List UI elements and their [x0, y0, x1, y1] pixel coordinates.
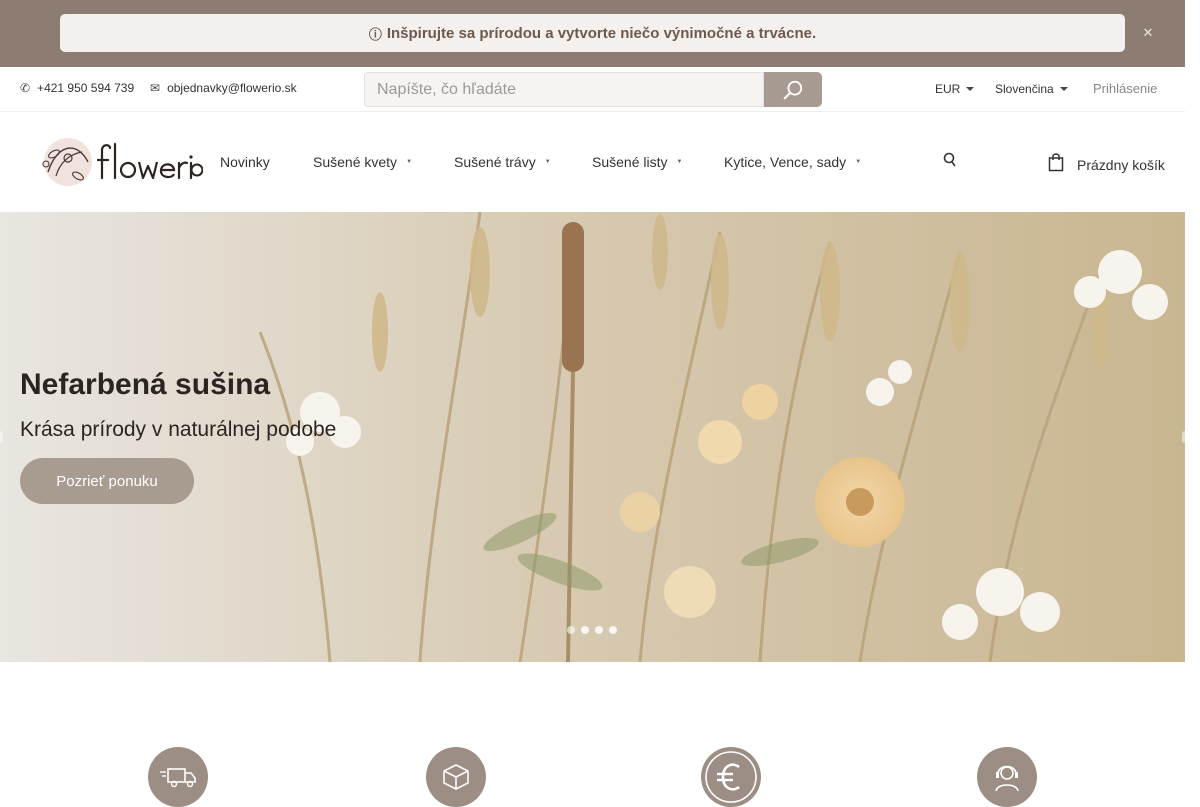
email-address: objednavky@flowerio.sk [167, 81, 297, 95]
hero-subtitle: Krása prírody v naturálnej podobe [20, 418, 337, 441]
email-contact[interactable]: ✉ objednavky@flowerio.sk [150, 81, 297, 95]
nav-label: Kytice, Vence, sady [724, 154, 847, 170]
hero-title: Nefarbená sušina [20, 368, 271, 401]
search-icon [783, 80, 803, 99]
nav-label: Sušené kvety [313, 154, 398, 170]
cart-label: Prázdny košík [1077, 156, 1165, 173]
phone-number: +421 950 594 739 [37, 81, 135, 95]
currency-value: EUR [935, 82, 961, 96]
euro-icon [701, 747, 761, 807]
chevron-down-icon: ▼ [406, 159, 413, 165]
login-link[interactable]: Prihlásenie [1093, 81, 1157, 96]
nav-susene-kvety[interactable]: Sušené kvety ▼ [313, 154, 412, 170]
search-button[interactable] [764, 72, 822, 107]
currency-dropdown[interactable]: EUR [935, 82, 975, 96]
cart-button[interactable]: Prázdny košík [1048, 152, 1165, 177]
slider-dot[interactable] [567, 626, 575, 634]
nav-kytice-vence-sady[interactable]: Kytice, Vence, sady ▼ [724, 154, 861, 170]
nav-novinky[interactable]: Novinky [220, 154, 270, 170]
nav-susene-listy[interactable]: Sušené listy ▼ [592, 154, 682, 170]
info-icon: ⓘ [368, 26, 382, 42]
prev-slide-arrow[interactable] [0, 431, 3, 443]
nav-susene-travy[interactable]: Sušené trávy ▼ [454, 154, 551, 170]
customer-support-icon [977, 747, 1037, 807]
mail-icon: ✉ [150, 81, 161, 95]
slider-dots [567, 626, 617, 634]
main-header: Novinky Sušené kvety ▼ Sušené trávy ▼ Su… [0, 112, 1185, 212]
announcement-bar: ⓘ Inšpirujte sa prírodou a vytvorte nieč… [0, 0, 1185, 67]
announcement-text: Inšpirujte sa prírodou a vytvorte niečo … [386, 24, 817, 42]
header-search-icon[interactable] [943, 152, 957, 173]
search-input[interactable] [364, 72, 764, 107]
caret-down-icon [1059, 87, 1068, 91]
slider-dot[interactable] [581, 626, 589, 634]
view-offer-button[interactable]: Pozrieť ponuku [20, 458, 194, 504]
chevron-down-icon: ▼ [855, 159, 862, 165]
next-slide-arrow[interactable] [1182, 431, 1185, 443]
phone-contact[interactable]: ✆ +421 950 594 739 [20, 81, 134, 95]
phone-icon: ✆ [20, 81, 31, 95]
nav-label: Sušené trávy [454, 154, 536, 170]
hero-banner: Nefarbená sušina Krása prírody v naturál… [0, 212, 1185, 662]
search-bar [364, 72, 822, 107]
delivery-truck-icon [148, 747, 208, 807]
caret-down-icon [966, 87, 975, 91]
package-box-icon [426, 747, 486, 807]
language-value: Slovenčina [995, 82, 1054, 96]
language-dropdown[interactable]: Slovenčina [995, 82, 1068, 96]
search-icon [943, 152, 956, 167]
chevron-down-icon: ▼ [544, 159, 551, 165]
nav-label: Novinky [220, 154, 270, 170]
close-icon[interactable]: ✕ [1141, 24, 1155, 42]
slider-dot[interactable] [609, 626, 617, 634]
slider-dot[interactable] [595, 626, 603, 634]
logo[interactable] [38, 132, 204, 192]
chevron-down-icon: ▼ [676, 159, 683, 165]
flowerio-logo-graphic [42, 138, 204, 186]
announcement-box: ⓘ Inšpirujte sa prírodou a vytvorte nieč… [60, 14, 1125, 52]
top-bar: ✆ +421 950 594 739 ✉ objednavky@flowerio… [0, 67, 1185, 112]
nav-label: Sušené listy [592, 154, 668, 170]
shopping-bag-icon [1048, 152, 1064, 177]
